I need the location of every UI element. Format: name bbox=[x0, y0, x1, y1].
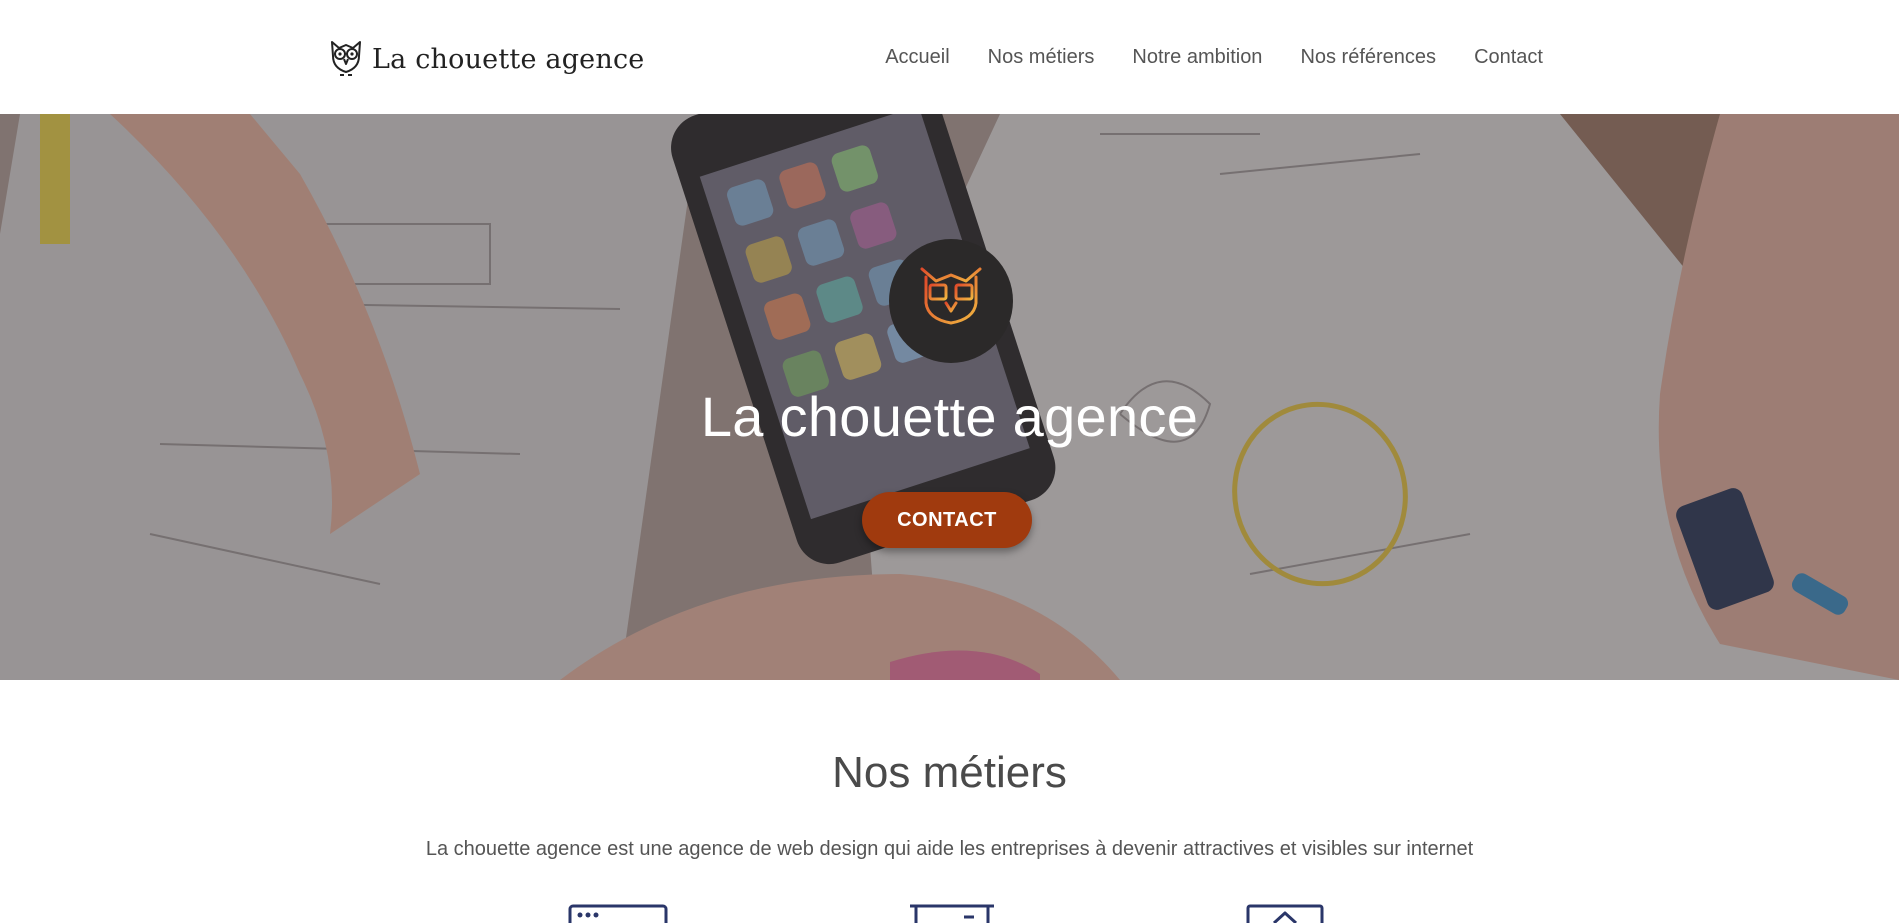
browser-icon bbox=[568, 903, 668, 923]
nav-nos-references[interactable]: Nos références bbox=[1300, 46, 1436, 69]
owl-logo-icon bbox=[331, 41, 361, 76]
contact-button[interactable]: CONTACT bbox=[862, 492, 1032, 548]
hero-section: La chouette agence CONTACT bbox=[0, 114, 1899, 680]
main-nav: Accueil Nos métiers Notre ambition Nos r… bbox=[885, 46, 1543, 69]
section-title: Nos métiers bbox=[832, 748, 1067, 797]
owl-emblem-icon bbox=[920, 267, 982, 333]
nav-contact[interactable]: Contact bbox=[1474, 46, 1543, 69]
house-icon bbox=[1246, 903, 1324, 923]
nav-nos-metiers[interactable]: Nos métiers bbox=[988, 46, 1095, 69]
site-header: La chouette agence Accueil Nos métiers N… bbox=[0, 0, 1899, 114]
section-subtitle: La chouette agence est une agence de web… bbox=[425, 838, 1474, 860]
presentation-icon bbox=[910, 903, 994, 923]
hero-emblem bbox=[889, 239, 1013, 363]
nav-accueil[interactable]: Accueil bbox=[885, 46, 949, 69]
logo-text: La chouette agence bbox=[372, 43, 645, 75]
hero-title: La chouette agence bbox=[700, 385, 1199, 448]
site-logo[interactable]: La chouette agence bbox=[326, 36, 644, 82]
nav-notre-ambition[interactable]: Notre ambition bbox=[1132, 46, 1262, 69]
